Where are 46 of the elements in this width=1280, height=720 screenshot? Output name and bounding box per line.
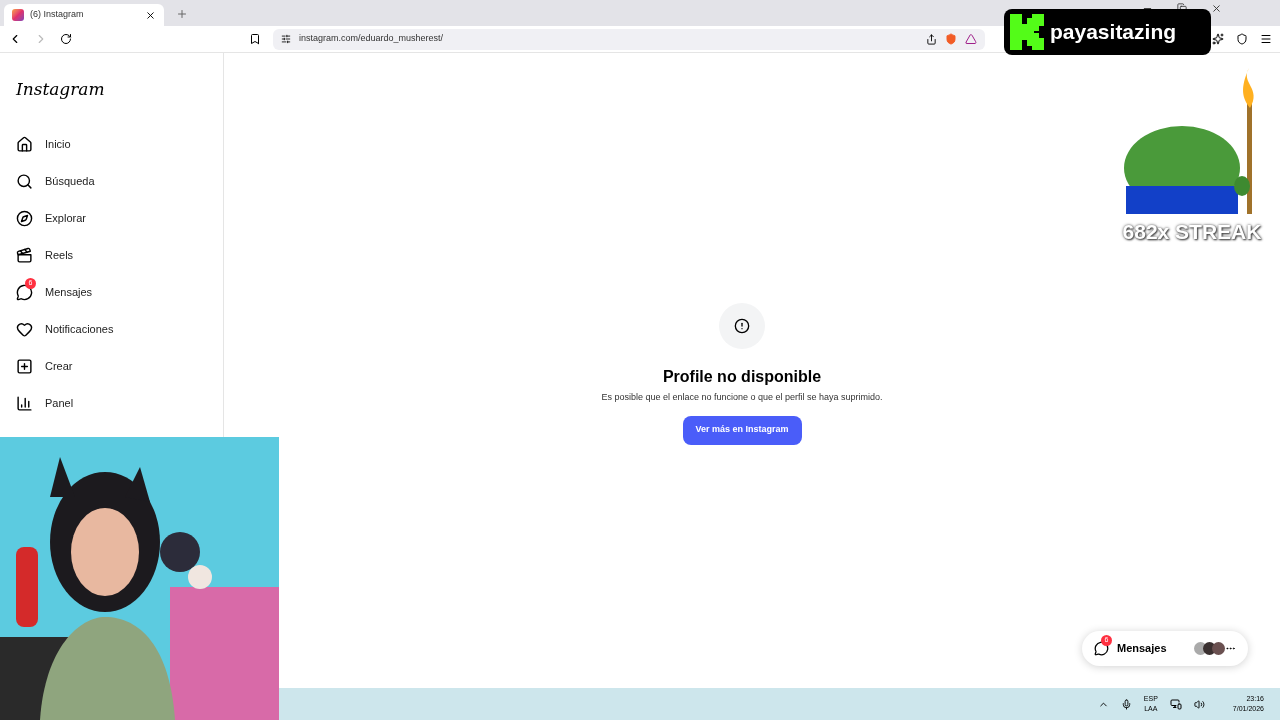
triangle-icon[interactable]	[965, 33, 977, 45]
kick-logo-icon	[1008, 12, 1046, 52]
heart-icon	[16, 321, 33, 338]
sidebar-item[interactable]: Inicio	[16, 134, 207, 155]
search-icon	[16, 173, 33, 190]
menu-icon[interactable]	[1260, 33, 1272, 45]
error-message: Es posible que el enlace no funcione o que el perfil se haya suprimido.	[601, 391, 883, 404]
new-tab-icon[interactable]	[176, 8, 188, 20]
sidebar-item[interactable]: Reels	[16, 245, 207, 266]
chat-bubble-icon	[16, 284, 33, 301]
sparkle-icon[interactable]	[1212, 33, 1224, 45]
browser-tab[interactable]: (6) Instagram	[4, 4, 164, 26]
plus-square-icon	[16, 358, 33, 375]
sidebar-item[interactable]: Crear	[16, 356, 207, 377]
site-settings-icon	[281, 34, 291, 44]
sidebar-item[interactable]: Panel	[16, 393, 207, 414]
lion-shield-icon[interactable]	[945, 33, 957, 45]
sidebar-item[interactable]: Búsqueda	[16, 171, 207, 192]
shield-icon[interactable]	[1236, 33, 1248, 45]
bar-chart-icon	[16, 395, 33, 412]
view-more-button[interactable]: Ver más en Instagram	[682, 415, 802, 445]
close-icon[interactable]	[145, 9, 156, 21]
sidebar-item[interactable]: Notificaciones	[16, 319, 207, 340]
microphone-icon[interactable]	[1120, 698, 1132, 710]
alert-icon	[734, 318, 750, 334]
instagram-icon	[12, 9, 24, 21]
streak-counter: 682x STREAK	[1122, 219, 1262, 245]
home-icon	[16, 136, 33, 153]
share-icon[interactable]	[926, 33, 937, 45]
instagram-logo: Instagram	[16, 78, 106, 101]
volume-icon[interactable]	[1193, 698, 1205, 710]
url-text: instagram.com/eduardo_musherest/	[299, 32, 445, 46]
close-window-icon[interactable]	[1211, 3, 1222, 14]
compass-icon	[16, 210, 33, 227]
messages-label: Mensajes	[1117, 641, 1167, 657]
avatar-icon	[1212, 642, 1225, 655]
tab-title: (6) Instagram	[30, 8, 85, 22]
sidebar-item[interactable]: Explorar	[16, 208, 207, 229]
clapperboard-icon	[16, 247, 33, 264]
error-title: Profile no disponible	[662, 367, 822, 387]
chat-bubble-icon	[1094, 641, 1109, 656]
network-icon[interactable]	[1169, 698, 1182, 710]
channel-name: payasitazing	[1050, 19, 1177, 46]
address-bar[interactable]: instagram.com/eduardo_musherest/	[273, 28, 985, 50]
reload-icon[interactable]	[60, 33, 72, 45]
bookmark-icon[interactable]	[249, 33, 261, 45]
